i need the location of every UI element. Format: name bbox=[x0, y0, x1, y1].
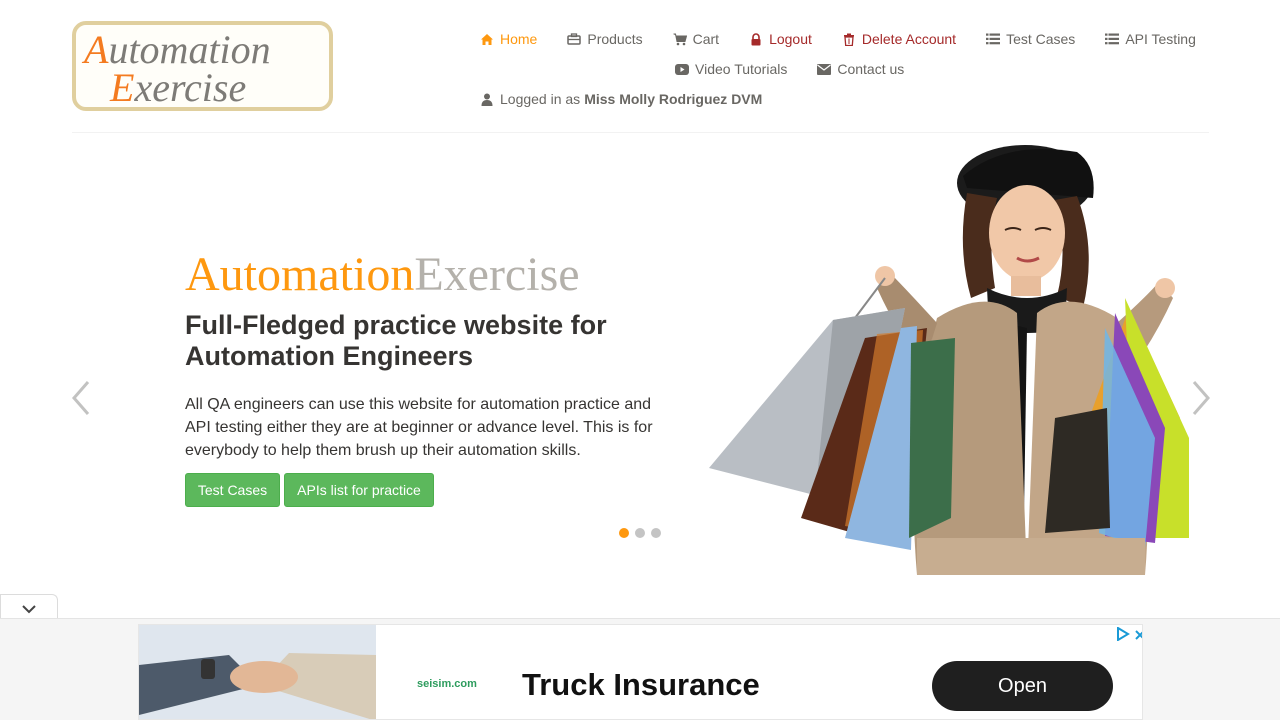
adchoices-icon[interactable] bbox=[1116, 626, 1130, 646]
nav-video-tutorials[interactable]: Video Tutorials bbox=[675, 61, 787, 77]
main-nav: Home Products Cart Logout Delete Account… bbox=[480, 31, 1226, 47]
ad-handshake-image bbox=[139, 625, 376, 719]
slider-next-arrow[interactable] bbox=[1186, 378, 1214, 423]
logged-in-username: Miss Molly Rodriguez DVM bbox=[584, 91, 763, 107]
nav-api-testing-label: API Testing bbox=[1125, 31, 1196, 47]
secondary-nav: Video Tutorials Contact us bbox=[675, 61, 934, 77]
ad-open-button[interactable]: Open bbox=[932, 661, 1113, 711]
slider-dot-2[interactable] bbox=[635, 528, 645, 538]
test-cases-button[interactable]: Test Cases bbox=[185, 473, 280, 507]
logged-in-status: Logged in as Miss Molly Rodriguez DVM bbox=[480, 91, 762, 107]
slider-prev-arrow[interactable] bbox=[68, 378, 96, 423]
ad-title: Truck Insurance bbox=[522, 667, 760, 702]
nav-logout[interactable]: Logout bbox=[749, 31, 812, 47]
brand-part-a: Automation bbox=[185, 248, 415, 301]
nav-contact-us[interactable]: Contact us bbox=[817, 61, 904, 77]
slider-dot-1[interactable] bbox=[619, 528, 629, 538]
nav-home[interactable]: Home bbox=[480, 31, 537, 47]
chevron-right-icon bbox=[1192, 381, 1210, 415]
envelope-icon bbox=[817, 62, 832, 76]
slider-description: All QA engineers can use this website fo… bbox=[185, 396, 653, 459]
slider-indicators bbox=[619, 528, 667, 538]
trash-icon bbox=[842, 32, 856, 46]
nav-video-tutorials-label: Video Tutorials bbox=[695, 61, 788, 77]
nav-delete-account-label: Delete Account bbox=[861, 31, 957, 47]
nav-logout-label: Logout bbox=[769, 31, 812, 47]
site-logo[interactable]: Automation Exercise bbox=[72, 21, 333, 111]
close-icon[interactable] bbox=[1134, 628, 1142, 646]
nav-delete-account[interactable]: Delete Account bbox=[842, 31, 956, 47]
list-icon bbox=[1105, 32, 1120, 46]
logged-in-prefix: Logged in as bbox=[500, 91, 581, 107]
nav-cart[interactable]: Cart bbox=[673, 31, 719, 47]
nav-test-cases[interactable]: Test Cases bbox=[986, 31, 1075, 47]
hero-shopping-girl-image bbox=[705, 138, 1190, 575]
nav-products-label: Products bbox=[587, 31, 643, 47]
nav-products[interactable]: Products bbox=[567, 31, 643, 47]
apis-list-button[interactable]: APIs list for practice bbox=[284, 473, 434, 507]
logged-in-label: Logged in as Miss Molly Rodriguez DVM bbox=[480, 91, 762, 107]
header-divider bbox=[72, 132, 1209, 133]
chevron-left-icon bbox=[72, 381, 90, 415]
slider-brand-title: AutomationExercise bbox=[185, 248, 580, 302]
list-icon bbox=[986, 32, 1001, 46]
cart-icon bbox=[673, 32, 687, 46]
slider-dot-3[interactable] bbox=[651, 528, 661, 538]
ad-choices bbox=[1112, 626, 1142, 646]
brand-part-b: Exercise bbox=[414, 248, 580, 301]
nav-home-label: Home bbox=[500, 31, 538, 47]
home-icon bbox=[480, 32, 494, 46]
lock-icon bbox=[749, 32, 763, 46]
slider-headline: Full-Fledged practice website for Automa… bbox=[185, 310, 607, 371]
nav-test-cases-label: Test Cases bbox=[1006, 31, 1076, 47]
chevron-down-icon bbox=[22, 604, 36, 613]
nav-api-testing[interactable]: API Testing bbox=[1105, 31, 1196, 47]
user-icon bbox=[480, 92, 494, 106]
nav-contact-us-label: Contact us bbox=[837, 61, 905, 77]
logo-line2-text: Exercise bbox=[109, 65, 246, 107]
ad-logo-text: seisim.com bbox=[417, 678, 477, 690]
ad-banner[interactable]: seisim.com Truck Insurance Open bbox=[138, 624, 1143, 720]
youtube-play-icon bbox=[675, 62, 689, 76]
products-icon bbox=[567, 32, 582, 46]
nav-cart-label: Cart bbox=[692, 31, 720, 47]
